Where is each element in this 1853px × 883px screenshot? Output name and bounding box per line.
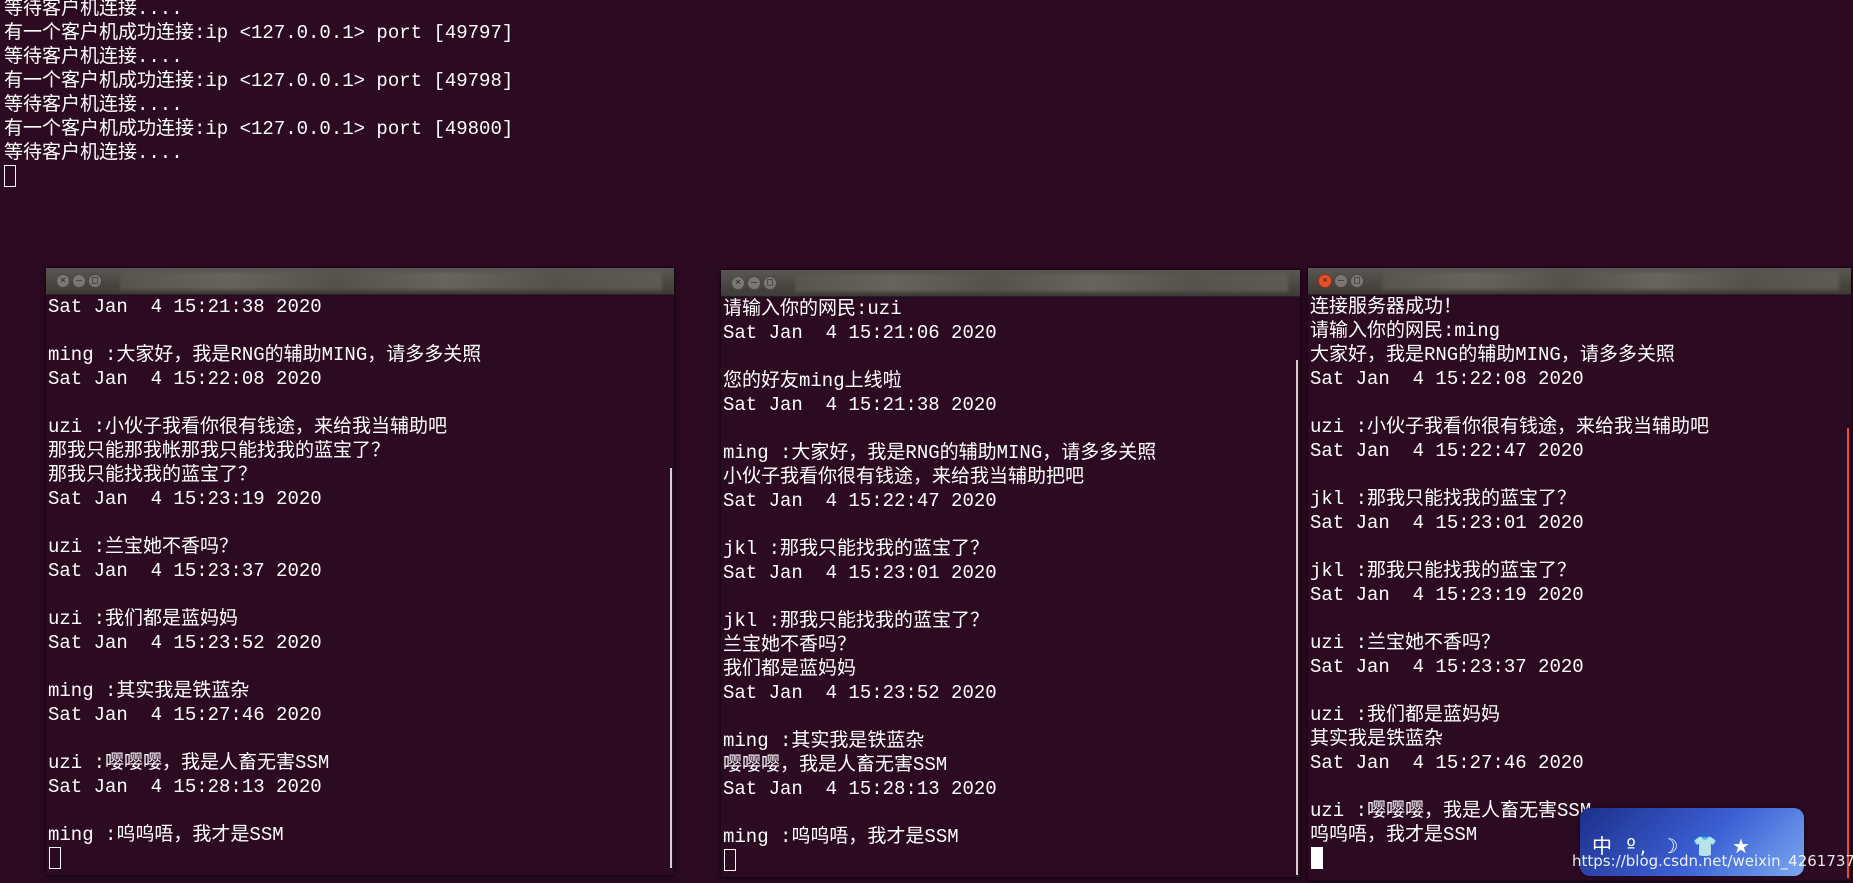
input-cursor (1311, 847, 1323, 869)
minimize-icon[interactable]: – (747, 276, 761, 290)
window-title (795, 274, 1288, 292)
chat-output: 请输入你的网民:uzi Sat Jan 4 15:21:06 2020 您的好友… (723, 298, 1157, 848)
input-cursor (49, 847, 61, 869)
scrollbar[interactable] (1296, 360, 1298, 875)
scrollbar[interactable] (670, 468, 672, 868)
window-title (120, 272, 662, 290)
maximize-icon[interactable]: □ (88, 274, 102, 288)
scrollbar[interactable] (1847, 428, 1849, 878)
window-titlebar[interactable]: × – □ (1308, 268, 1851, 295)
client-window-uzi[interactable]: × – □ Sat Jan 4 15:21:38 2020 ming :大家好，… (46, 268, 674, 875)
window-title (1382, 272, 1839, 290)
close-icon[interactable]: × (731, 276, 745, 290)
chat-output: 连接服务器成功！ 请输入你的网民:ming 大家好，我是RNG的辅助MING，请… (1310, 296, 1710, 846)
client-window-jkl[interactable]: × – □ 请输入你的网民:uzi Sat Jan 4 15:21:06 202… (721, 270, 1300, 877)
minimize-icon[interactable]: – (1334, 274, 1348, 288)
minimize-icon[interactable]: – (72, 274, 86, 288)
window-titlebar[interactable]: × – □ (721, 270, 1300, 297)
window-titlebar[interactable]: × – □ (46, 268, 674, 295)
server-output: 等待客户机连接.... 有一个客户机成功连接:ip <127.0.0.1> po… (4, 0, 514, 164)
input-cursor (724, 849, 736, 871)
close-icon[interactable]: × (56, 274, 70, 288)
client-window-ming[interactable]: × – □ 连接服务器成功！ 请输入你的网民:ming 大家好，我是RNG的辅助… (1308, 268, 1851, 880)
maximize-icon[interactable]: □ (763, 276, 777, 290)
maximize-icon[interactable]: □ (1350, 274, 1364, 288)
close-icon[interactable]: × (1318, 274, 1332, 288)
watermark: https://blog.csdn.net/weixin_42617375 (1572, 852, 1853, 870)
server-terminal[interactable]: 等待客户机连接.... 有一个客户机成功连接:ip <127.0.0.1> po… (4, 0, 1104, 187)
chat-output: Sat Jan 4 15:21:38 2020 ming :大家好，我是RNG的… (48, 296, 482, 846)
server-cursor (4, 165, 16, 187)
